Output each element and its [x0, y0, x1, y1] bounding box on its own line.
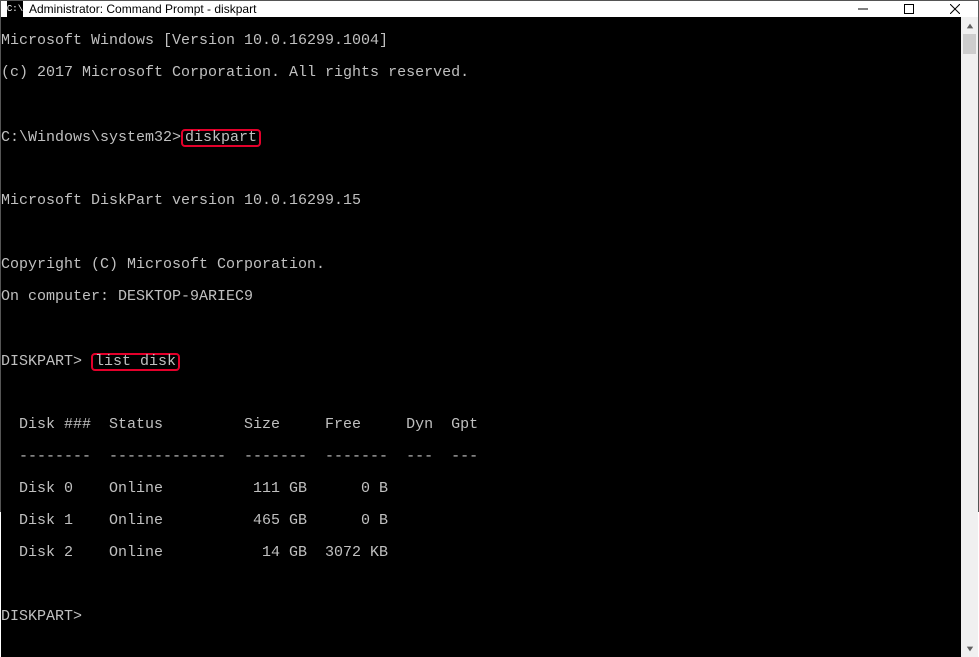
terminal-output[interactable]: Microsoft Windows [Version 10.0.16299.10…	[1, 17, 961, 657]
prompt-line: DISKPART> list disk	[1, 353, 961, 369]
prompt-prefix: DISKPART>	[1, 353, 91, 370]
output-line	[1, 97, 961, 113]
output-line	[1, 385, 961, 401]
prompt-line: C:\Windows\system32>diskpart	[1, 129, 961, 145]
window-controls	[840, 1, 978, 17]
command-prompt-window: C:\ Administrator: Command Prompt - disk…	[0, 0, 979, 512]
scroll-thumb[interactable]	[963, 34, 976, 54]
vertical-scrollbar[interactable]	[961, 17, 978, 657]
command-highlight: diskpart	[181, 129, 261, 147]
minimize-button[interactable]	[840, 1, 886, 17]
scroll-track[interactable]	[961, 34, 978, 640]
output-line: On computer: DESKTOP-9ARIEC9	[1, 289, 961, 305]
cmd-icon-text: C:\	[7, 4, 23, 14]
table-row: Disk 0 Online 111 GB 0 B	[1, 481, 961, 497]
output-line: (c) 2017 Microsoft Corporation. All righ…	[1, 65, 961, 81]
close-button[interactable]	[932, 1, 978, 17]
table-divider: -------- ------------- ------- ------- -…	[1, 449, 961, 465]
output-line: Microsoft Windows [Version 10.0.16299.10…	[1, 33, 961, 49]
output-line	[1, 577, 961, 593]
output-line	[1, 321, 961, 337]
prompt-prefix: C:\Windows\system32>	[1, 129, 181, 146]
scroll-down-button[interactable]	[961, 640, 978, 657]
output-line: Copyright (C) Microsoft Corporation.	[1, 257, 961, 273]
window-title: Administrator: Command Prompt - diskpart	[29, 2, 840, 16]
prompt-line: DISKPART>	[1, 609, 961, 625]
table-row: Disk 1 Online 465 GB 0 B	[1, 513, 961, 529]
cmd-icon: C:\	[7, 1, 23, 17]
table-row: Disk 2 Online 14 GB 3072 KB	[1, 545, 961, 561]
output-line	[1, 225, 961, 241]
titlebar[interactable]: C:\ Administrator: Command Prompt - disk…	[1, 1, 978, 17]
scroll-up-button[interactable]	[961, 17, 978, 34]
client-area: Microsoft Windows [Version 10.0.16299.10…	[1, 17, 978, 657]
table-header: Disk ### Status Size Free Dyn Gpt	[1, 417, 961, 433]
output-line: Microsoft DiskPart version 10.0.16299.15	[1, 193, 961, 209]
maximize-button[interactable]	[886, 1, 932, 17]
command-highlight: list disk	[91, 353, 180, 371]
output-line	[1, 161, 961, 177]
